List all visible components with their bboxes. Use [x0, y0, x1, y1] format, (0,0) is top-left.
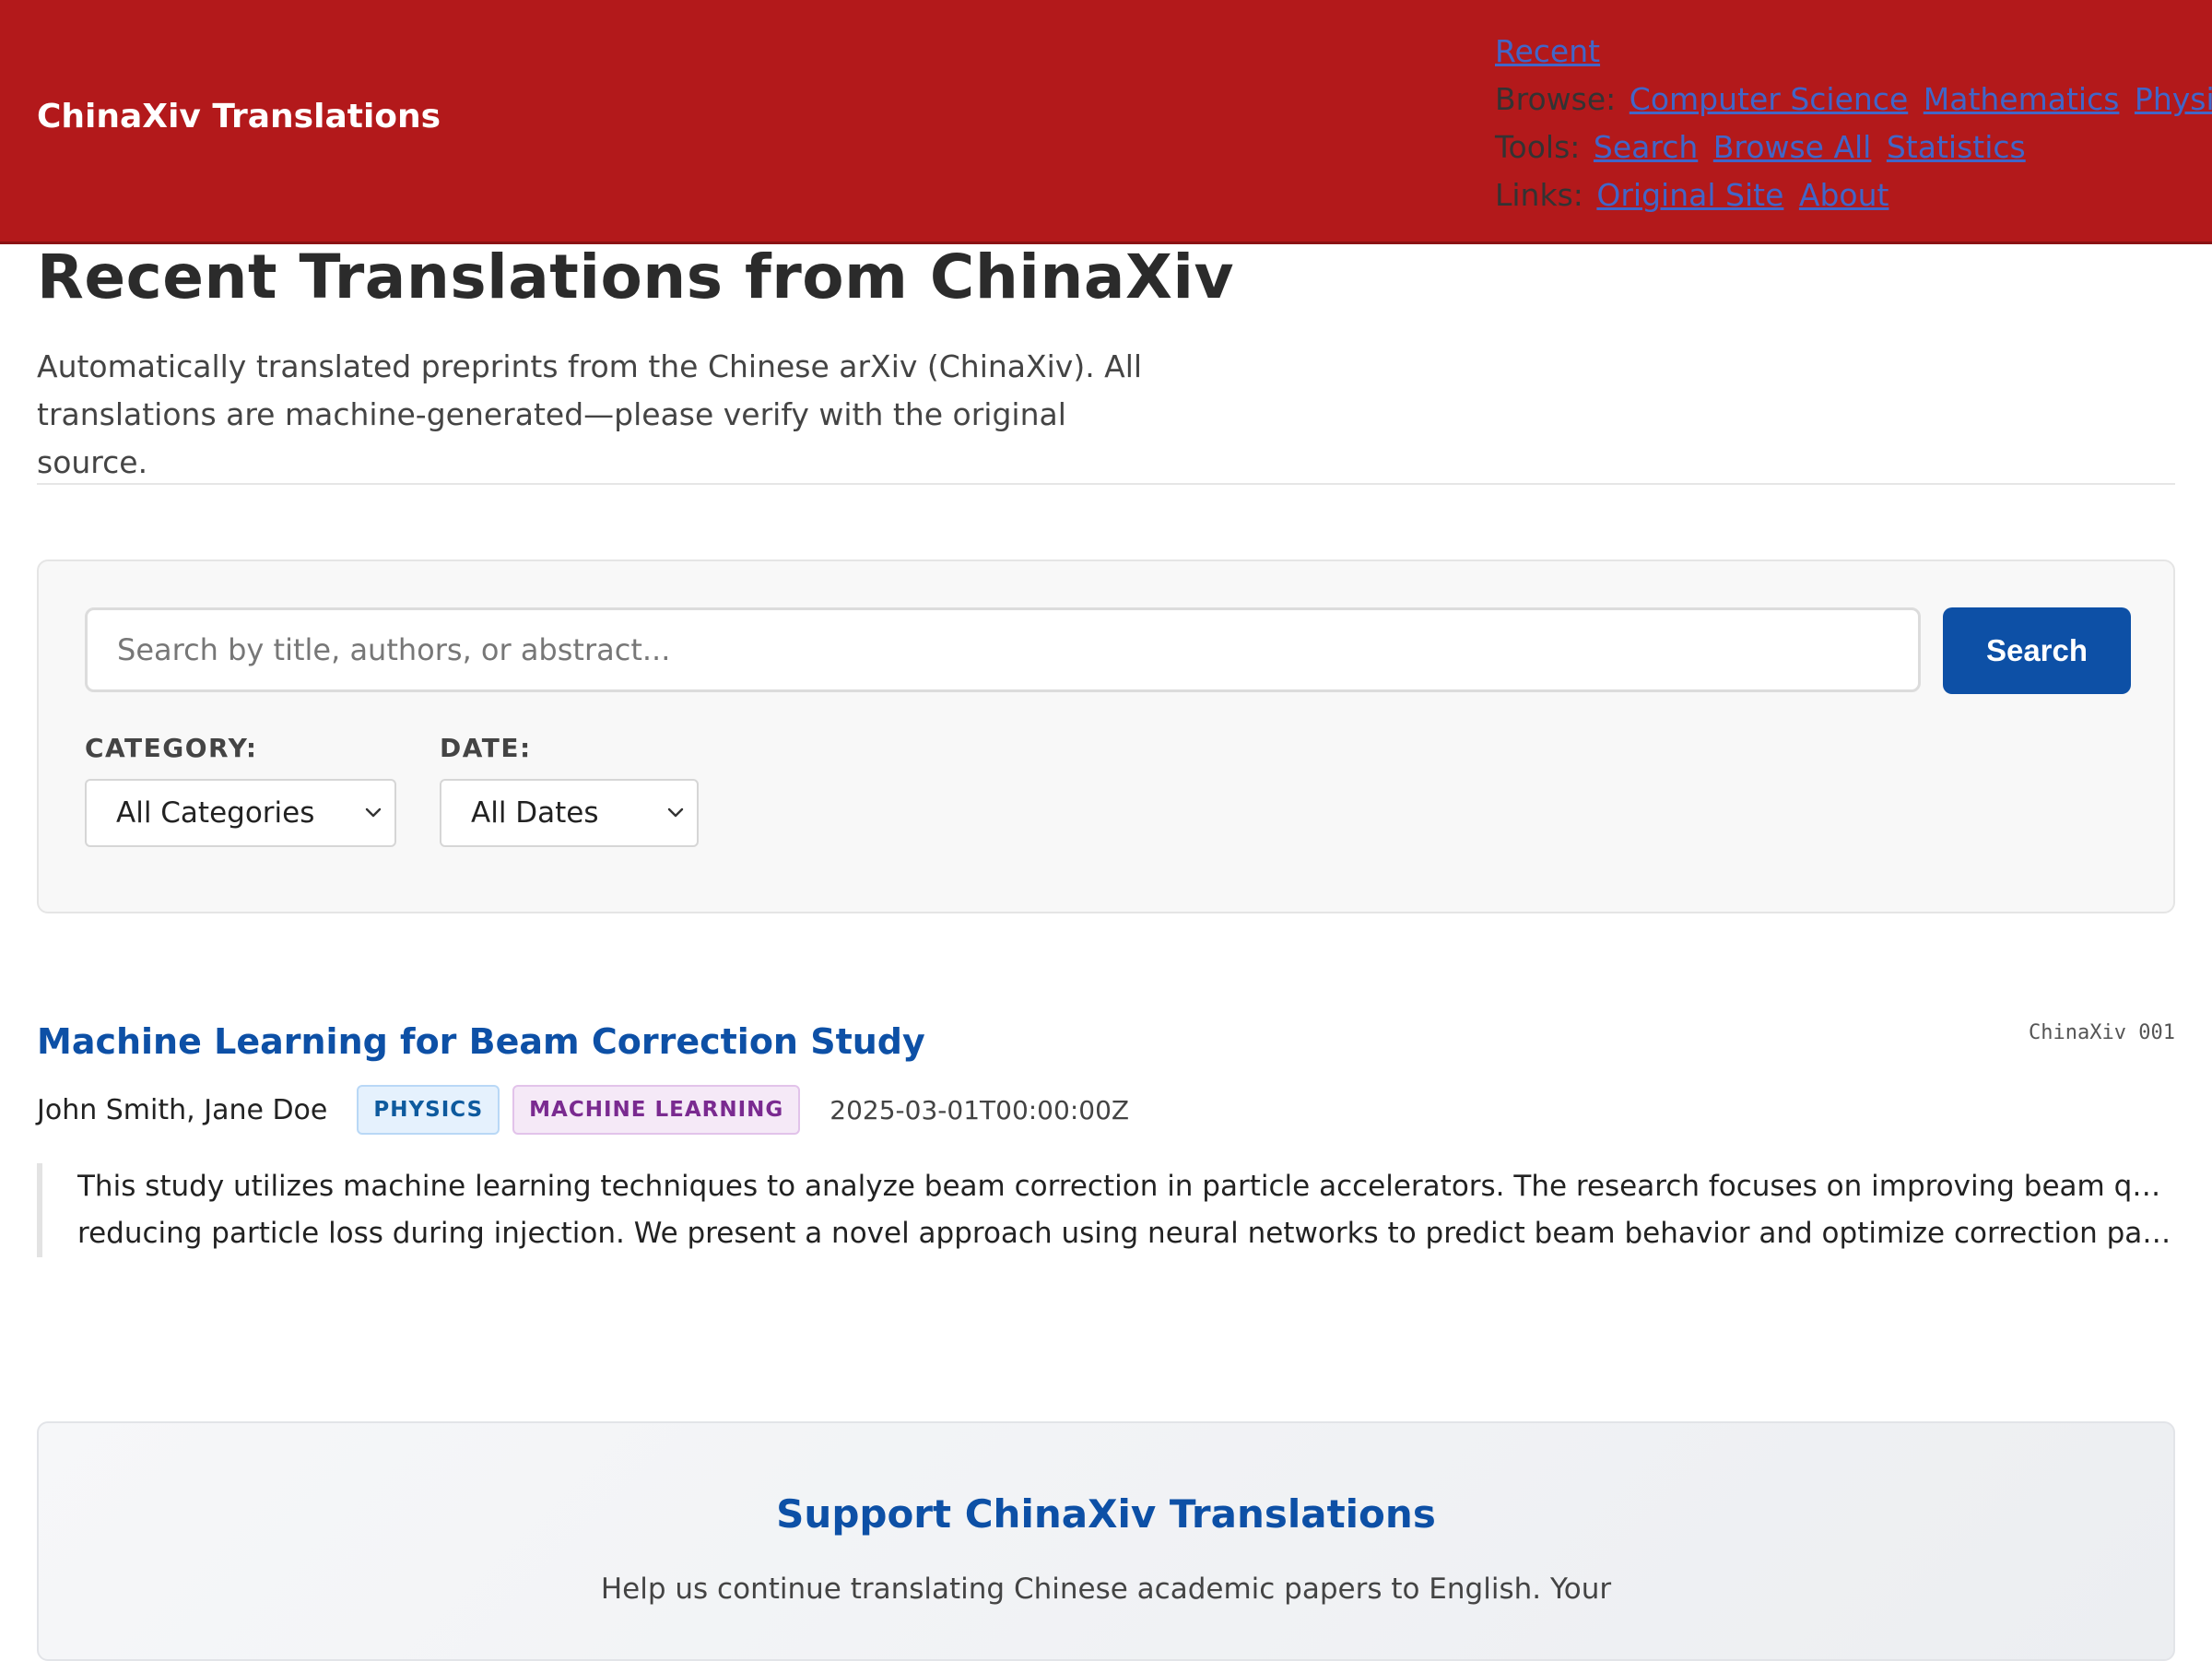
- nav-link-statistics[interactable]: Statistics: [1887, 129, 2026, 165]
- nav-link-recent[interactable]: Recent: [1495, 33, 1600, 69]
- nav-link-about[interactable]: About: [1799, 177, 1889, 213]
- support-text: Help us continue translating Chinese aca…: [600, 1573, 1612, 1606]
- nav-label-links: Links:: [1495, 177, 1583, 213]
- search-input[interactable]: [85, 607, 1921, 692]
- paper-date: 2025-03-01T00:00:00Z: [830, 1094, 1130, 1125]
- site-header: ChinaXiv Translations Recent Browse: Com…: [0, 0, 2212, 244]
- date-select[interactable]: All Dates: [440, 779, 699, 847]
- paper-authors: John Smith, Jane Doe: [37, 1093, 328, 1126]
- nav-link-physics[interactable]: Physics: [2135, 81, 2212, 117]
- nav-label-tools: Tools:: [1495, 129, 1581, 165]
- page-description: Automatically translated preprints from …: [37, 348, 1143, 480]
- nav-link-search[interactable]: Search: [1594, 129, 1698, 165]
- page-title: Recent Translations from ChinaXiv: [37, 241, 1234, 312]
- category-filter-label: CATEGORY:: [85, 733, 258, 763]
- main-nav: Recent Browse: Computer Science Mathemat…: [1495, 28, 2212, 219]
- category-select-value: All Categories: [116, 796, 315, 830]
- paper-title-link[interactable]: Machine Learning for Beam Correction Stu…: [37, 1021, 925, 1062]
- category-badge-physics[interactable]: PHYSICS: [357, 1085, 500, 1135]
- chevron-down-icon: [667, 807, 684, 818]
- nav-row-tools: Tools: Search Browse All Statistics: [1495, 124, 2212, 171]
- date-select-value: All Dates: [471, 796, 599, 830]
- abstract-line: This study utilizes machine learning tec…: [77, 1170, 2175, 1203]
- search-panel: Search CATEGORY: All Categories DATE: Al…: [37, 560, 2175, 913]
- nav-link-original-site[interactable]: Original Site: [1596, 177, 1783, 213]
- nav-label-browse: Browse:: [1495, 81, 1617, 117]
- support-panel: Support ChinaXiv Translations Help us co…: [37, 1421, 2175, 1661]
- support-title: Support ChinaXiv Translations: [776, 1491, 1436, 1537]
- category-badge-machine-learning[interactable]: MACHINE LEARNING: [512, 1085, 801, 1135]
- nav-row-browse: Browse: Computer Science Mathematics Phy…: [1495, 76, 2212, 124]
- nav-link-browse-all[interactable]: Browse All: [1713, 129, 1872, 165]
- category-select[interactable]: All Categories: [85, 779, 396, 847]
- abstract-line: reducing particle loss during injection.…: [77, 1217, 2175, 1250]
- nav-row-recent: Recent: [1495, 28, 2212, 76]
- paper-meta: John Smith, Jane Doe PHYSICS MACHINE LEA…: [37, 1085, 1129, 1135]
- chevron-down-icon: [365, 807, 382, 818]
- paper-id: ChinaXiv 001: [2029, 1021, 2175, 1044]
- nav-link-computer-science[interactable]: Computer Science: [1630, 81, 1908, 117]
- date-filter-label: DATE:: [440, 733, 532, 763]
- search-button[interactable]: Search: [1943, 607, 2131, 694]
- nav-row-links: Links: Original Site About: [1495, 171, 2212, 219]
- nav-link-mathematics[interactable]: Mathematics: [1924, 81, 2120, 117]
- brand-link[interactable]: ChinaXiv Translations: [37, 98, 441, 135]
- paper-abstract: This study utilizes machine learning tec…: [37, 1163, 2175, 1257]
- section-divider: [37, 483, 2175, 485]
